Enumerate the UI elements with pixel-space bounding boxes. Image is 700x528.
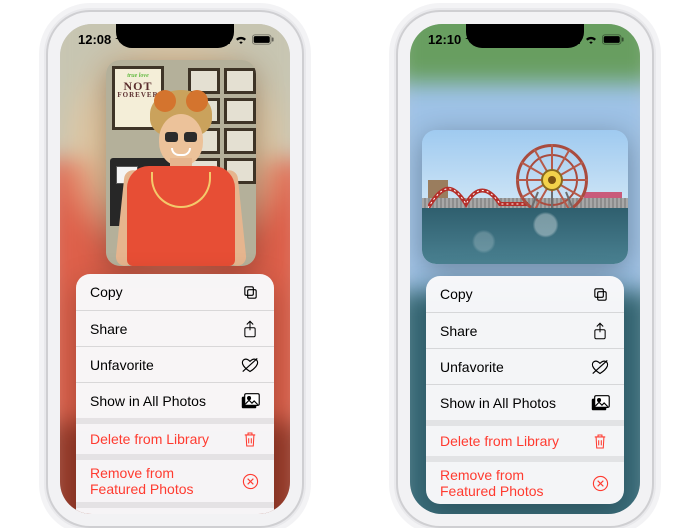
- ferris-wheel-icon: [516, 144, 588, 216]
- menu-item-label: Remove from Featured Photos: [440, 467, 590, 499]
- battery-icon: [602, 34, 624, 45]
- heart-slash-icon: [240, 357, 260, 373]
- menu-item-copy[interactable]: Copy: [426, 276, 624, 312]
- wifi-icon: [584, 34, 598, 44]
- status-time: 12:08: [78, 32, 111, 47]
- status-time: 12:10: [428, 32, 461, 47]
- iphone-device-left: 12:08 true l: [48, 12, 302, 526]
- trash-icon: [240, 431, 260, 448]
- menu-item-label: Unfavorite: [90, 357, 240, 373]
- battery-icon: [252, 34, 274, 45]
- trash-icon: [590, 433, 610, 450]
- menu-item-delete-from-library[interactable]: Delete from Library: [76, 418, 274, 454]
- photo-content: true love NOT FOREVER: [106, 60, 256, 266]
- menu-item-label: Copy: [440, 286, 590, 302]
- notch: [466, 24, 584, 48]
- menu-item-unfavorite[interactable]: Unfavorite: [76, 346, 274, 382]
- photo-preview[interactable]: [422, 130, 628, 264]
- menu-item-label: Share: [90, 321, 240, 337]
- menu-item-label: Share: [440, 323, 590, 339]
- menu-item-label: Delete from Library: [90, 431, 240, 447]
- menu-item-label: Show in All Photos: [440, 395, 590, 411]
- menu-item-remove-from-featured[interactable]: Remove from Featured Photos: [426, 456, 624, 504]
- photo-stack-icon: [240, 393, 260, 409]
- menu-item-unfavorite[interactable]: Unfavorite: [426, 348, 624, 384]
- copy-icon: [240, 284, 260, 301]
- circle-x-icon: [590, 475, 610, 492]
- photo-stack-icon: [590, 395, 610, 411]
- menu-item-share[interactable]: Share: [426, 312, 624, 348]
- photo-preview[interactable]: true love NOT FOREVER: [106, 60, 256, 266]
- screen: 12:08 true l: [60, 24, 290, 514]
- photo-content: [422, 130, 628, 264]
- menu-item-delete-from-library[interactable]: Delete from Library: [426, 420, 624, 456]
- menu-item-copy[interactable]: Copy: [76, 274, 274, 310]
- menu-item-label: Copy: [90, 284, 240, 300]
- circle-x-icon: [240, 473, 260, 490]
- heart-slash-icon: [590, 359, 610, 375]
- share-icon: [240, 320, 260, 338]
- context-menu: Copy Share Unfavorite Show in All Photos: [426, 276, 624, 504]
- menu-item-show-in-all-photos[interactable]: Show in All Photos: [76, 382, 274, 418]
- context-menu: Copy Share Unfavorite Show in All Photos: [76, 274, 274, 514]
- menu-item-share[interactable]: Share: [76, 310, 274, 346]
- iphone-device-right: 12:10: [398, 12, 652, 526]
- menu-item-label: Unfavorite: [440, 359, 590, 375]
- menu-item-label: Remove from Featured Photos: [90, 465, 240, 497]
- menu-item-show-in-all-photos[interactable]: Show in All Photos: [426, 384, 624, 420]
- notch: [116, 24, 234, 48]
- copy-icon: [590, 286, 610, 303]
- wifi-icon: [234, 34, 248, 44]
- poster-text: FOREVER: [117, 92, 158, 99]
- share-icon: [590, 322, 610, 340]
- menu-item-label: Delete from Library: [440, 433, 590, 449]
- menu-item-feature-person-less[interactable]: Feature This Person Less: [76, 502, 274, 514]
- menu-item-label: Show in All Photos: [90, 393, 240, 409]
- menu-item-label: Feature This Person Less: [90, 513, 240, 514]
- screen: 12:10: [410, 24, 640, 514]
- menu-item-remove-from-featured[interactable]: Remove from Featured Photos: [76, 454, 274, 502]
